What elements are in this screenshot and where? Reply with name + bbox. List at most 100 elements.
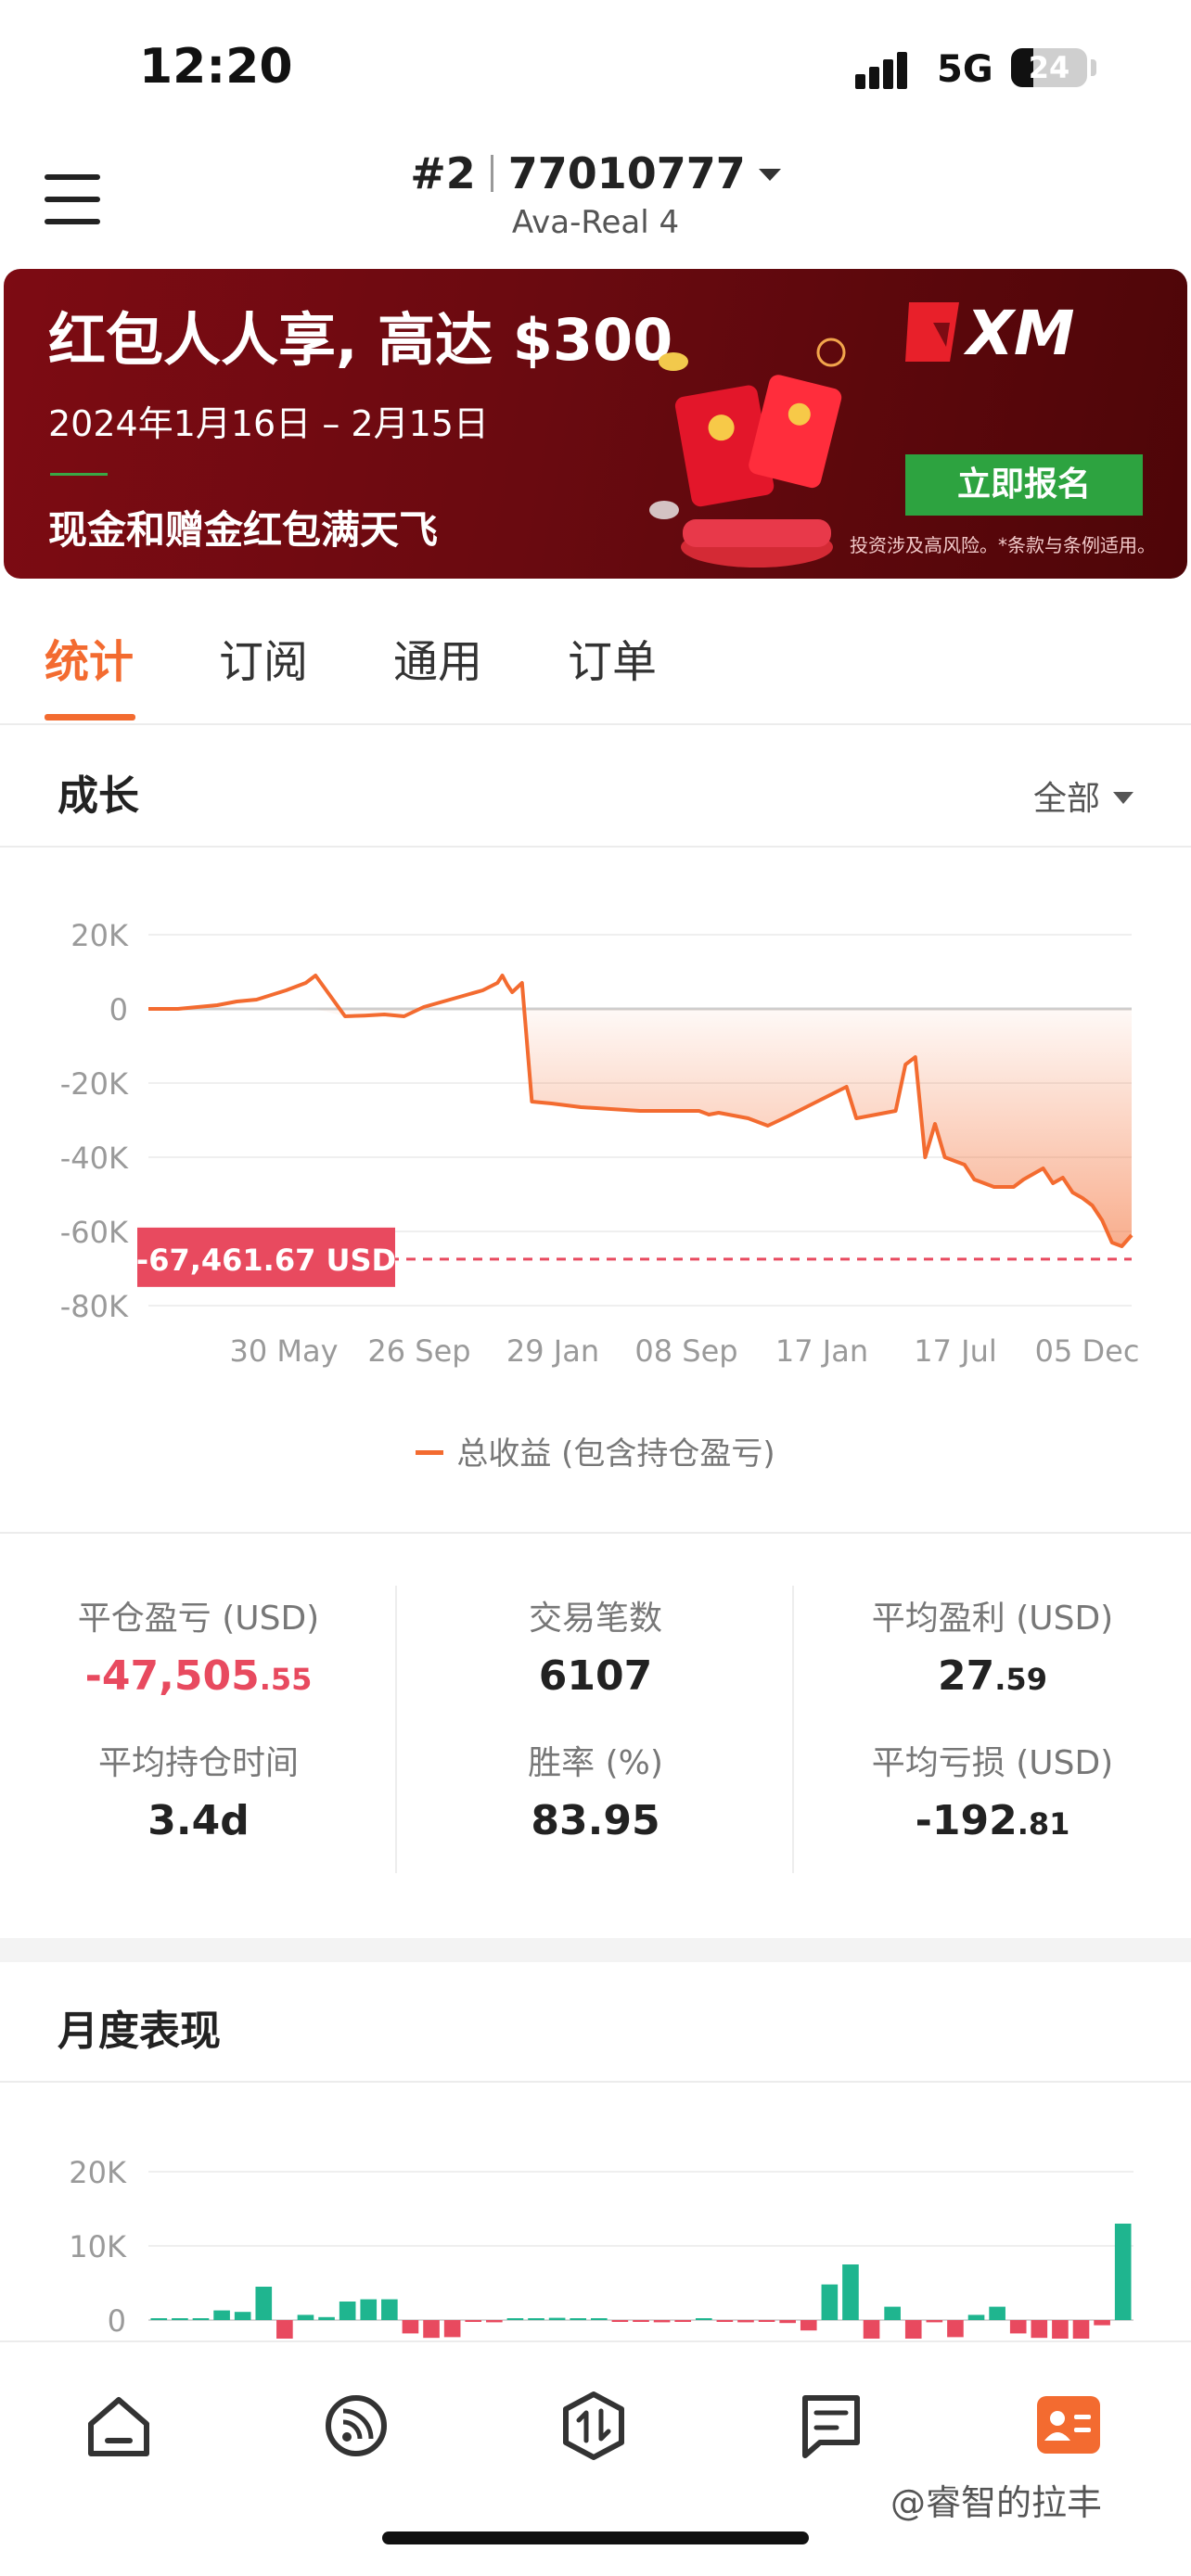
stat-divider	[395, 1586, 397, 1873]
banner-divider	[50, 473, 108, 476]
battery-icon: 24	[1011, 48, 1087, 87]
monthly-bar	[758, 2320, 775, 2322]
chevron-down-icon	[1113, 792, 1133, 804]
monthly-bar	[842, 2264, 859, 2320]
monthly-bar	[276, 2320, 293, 2339]
monthly-bar	[716, 2320, 734, 2322]
monthly-bar	[506, 2318, 524, 2320]
account-selector[interactable]: #2 77010777 Ava-Real 4	[0, 148, 1191, 241]
status-bar: 12:20 5G 24	[0, 0, 1191, 139]
monthly-bar	[1072, 2320, 1090, 2339]
monthly-bar	[192, 2318, 210, 2320]
account-id: 77010777	[507, 148, 746, 198]
growth-chart[interactable]: 20K 0 -20K -40K -60K -80K-67,461.67 USD 30 May…	[0, 851, 1191, 1528]
red-envelope-illustration	[649, 338, 846, 567]
monthly-bar	[695, 2318, 712, 2320]
stat-avg-loss: 平均亏损 (USD) -192.81	[794, 1736, 1191, 1844]
stat-avg-hold: 平均持仓时间 3.4d	[0, 1736, 397, 1844]
tab-active-indicator	[45, 714, 135, 721]
y-tick-label: -60K	[60, 1215, 129, 1250]
x-tick-label: 30 May	[229, 1333, 338, 1369]
monthly-header: 月度表现	[0, 1962, 1191, 2083]
monthly-bar	[633, 2320, 649, 2322]
stat-trades: 交易笔数 6107	[397, 1591, 794, 1700]
banner-brand: XM	[963, 298, 1075, 369]
monthly-bar	[318, 2316, 335, 2320]
monthly-bar	[465, 2320, 482, 2322]
stat-label: 平均盈利 (USD)	[871, 1600, 1114, 1638]
monthly-chart[interactable]: 20K 10K 0	[0, 2105, 1191, 2346]
stat-win-rate: 胜率 (%) 83.95	[397, 1736, 794, 1844]
y-tick-label: -20K	[60, 1066, 129, 1102]
monthly-bar	[674, 2320, 692, 2322]
monthly-bar	[989, 2306, 1005, 2320]
monthly-bar	[653, 2320, 671, 2323]
feed-icon[interactable]	[319, 2389, 393, 2463]
signal-icon	[855, 52, 907, 89]
monthly-bar	[486, 2320, 503, 2323]
y-tick-label: 20K	[69, 2155, 127, 2190]
y-tick-label: -80K	[60, 1289, 129, 1324]
stat-value: 27.59	[938, 1652, 1047, 1700]
growth-header: 成长 全部	[0, 727, 1191, 848]
promo-banner[interactable]: 红包人人享, 高达 $300 2024年1月16日 – 2月15日 现金和赠金红…	[4, 269, 1187, 579]
tab-general[interactable]: 通用	[393, 625, 482, 690]
tab-orders[interactable]: 订单	[568, 625, 657, 690]
range-selector[interactable]: 全部	[1033, 772, 1133, 820]
monthly-bar	[402, 2320, 419, 2334]
y-tick-label: -40K	[60, 1141, 129, 1176]
monthly-bar	[779, 2320, 796, 2324]
stat-label: 交易笔数	[528, 1600, 662, 1638]
stat-value: -192.81	[915, 1797, 1070, 1844]
tab-bar: 统计 订阅 通用 订单	[0, 579, 1191, 725]
monthly-bar	[570, 2318, 587, 2320]
monthly-bar	[548, 2317, 566, 2320]
monthly-bar	[339, 2302, 356, 2320]
growth-area	[148, 1009, 1132, 1246]
x-tick-label: 29 Jan	[506, 1333, 599, 1369]
monthly-bar	[926, 2320, 943, 2323]
tab-subscribe[interactable]: 订阅	[219, 625, 308, 690]
stats-panel: 平仓盈亏 (USD) -47,505.55 交易笔数 6107 平均盈利 (US…	[0, 1532, 1191, 1940]
stat-label: 平均亏损 (USD)	[871, 1744, 1114, 1782]
x-tick-label: 26 Sep	[367, 1333, 470, 1369]
monthly-title: 月度表现	[58, 2008, 221, 2055]
home-indicator[interactable]	[382, 2531, 809, 2544]
stat-value: -47,505.55	[84, 1652, 313, 1700]
x-tick-label: 17 Jan	[775, 1333, 868, 1369]
monthly-bar	[611, 2320, 629, 2322]
monthly-bar	[297, 2315, 314, 2320]
growth-title: 成长	[58, 772, 139, 820]
banner-title: 红包人人享, 高达 $300	[48, 306, 673, 374]
monthly-bar	[360, 2299, 378, 2320]
monthly-bar	[172, 2318, 188, 2320]
orders-icon[interactable]	[794, 2389, 868, 2463]
account-server: Ava-Real 4	[511, 204, 680, 241]
monthly-bar	[443, 2320, 461, 2338]
xm-logo: XM	[905, 298, 1075, 369]
y-tick-label: 20K	[70, 918, 129, 953]
monthly-bar	[381, 2299, 398, 2320]
battery-level: 24	[1028, 50, 1070, 85]
monthly-bar	[423, 2320, 440, 2339]
register-button[interactable]: 立即报名	[905, 454, 1143, 516]
legend-swatch	[416, 1450, 444, 1455]
monthly-bar	[213, 2310, 230, 2320]
monthly-bar	[904, 2320, 922, 2339]
home-icon[interactable]	[82, 2389, 156, 2463]
monthly-bar	[884, 2306, 901, 2320]
stat-value: 3.4d	[147, 1797, 250, 1844]
monthly-bar	[528, 2318, 544, 2320]
banner-subtitle: 现金和赠金红包满天飞	[48, 507, 439, 553]
monthly-bar	[150, 2318, 168, 2320]
tab-stats[interactable]: 统计	[45, 625, 134, 690]
monthly-bar	[967, 2315, 985, 2320]
trade-icon[interactable]	[557, 2389, 631, 2463]
battery-tip	[1091, 59, 1096, 76]
stat-avg-profit: 平均盈利 (USD) 27.59	[794, 1591, 1191, 1700]
profile-card-icon[interactable]	[1031, 2389, 1106, 2463]
stat-divider	[792, 1586, 794, 1873]
monthly-bar	[1009, 2320, 1027, 2334]
banner-dates: 2024年1月16日 – 2月15日	[48, 403, 489, 444]
banner-disclaimer: 投资涉及高风险。*条款与条例适用。	[850, 534, 1156, 556]
